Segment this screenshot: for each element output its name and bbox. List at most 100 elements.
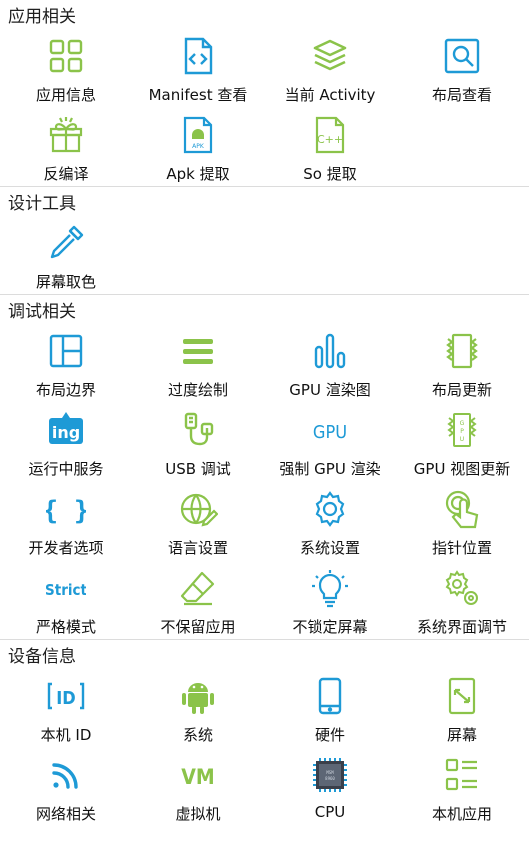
tool-item[interactable]: USB 调试 bbox=[132, 402, 264, 481]
tool-label: 本机应用 bbox=[431, 805, 492, 823]
tool-item[interactable]: 屏幕 bbox=[396, 668, 528, 747]
tool-label: 当前 Activity bbox=[284, 86, 376, 104]
tool-label: USB 调试 bbox=[165, 460, 231, 478]
svg-text:G: G bbox=[460, 420, 465, 427]
layout-update-icon bbox=[442, 331, 482, 371]
tool-item[interactable]: C++ So 提取 bbox=[264, 107, 396, 186]
tool-label: 严格模式 bbox=[35, 618, 96, 636]
tool-label: 布局查看 bbox=[431, 86, 492, 104]
bar-chart-icon bbox=[310, 331, 350, 371]
tool-item[interactable]: 网络相关 bbox=[0, 747, 132, 826]
section-title: 调试相关 bbox=[8, 302, 76, 322]
section-title: 设计工具 bbox=[8, 194, 76, 214]
tool-label: 运行中服务 bbox=[28, 460, 104, 478]
section-1: 设计工具屏幕取色 bbox=[0, 187, 529, 295]
svg-text:8960: 8960 bbox=[325, 776, 335, 781]
tool-item[interactable]: 系统界面调节 bbox=[396, 560, 528, 639]
cpp-file-icon: C++ bbox=[310, 115, 350, 155]
svg-text:ing: ing bbox=[52, 423, 80, 442]
tool-label: 不锁定屏幕 bbox=[292, 618, 368, 636]
tool-item[interactable]: 不保留应用 bbox=[132, 560, 264, 639]
tool-item[interactable]: 布局更新 bbox=[396, 323, 528, 402]
tool-item[interactable]: G P U GPU 视图更新 bbox=[396, 402, 528, 481]
tool-item[interactable]: 系统 bbox=[132, 668, 264, 747]
tool-item[interactable]: 硬件 bbox=[264, 668, 396, 747]
tool-item[interactable]: ID 本机 ID bbox=[0, 668, 132, 747]
layers-icon bbox=[310, 36, 350, 76]
grid-icon bbox=[46, 36, 86, 76]
android-icon bbox=[178, 676, 218, 716]
tool-label: GPU 渲染图 bbox=[289, 381, 371, 399]
globe-icon bbox=[178, 489, 218, 529]
layout-bounds-icon bbox=[46, 331, 86, 371]
tool-item[interactable]: VM 虚拟机 bbox=[132, 747, 264, 826]
tool-item[interactable]: 语言设置 bbox=[132, 481, 264, 560]
dropper-icon bbox=[46, 223, 86, 263]
strict-text-icon: Strict bbox=[46, 568, 86, 608]
tool-grid: 布局边界 过度绘制 GPU 渲染图 布局更新 ing 运行中服务 USB 调试 GPU 强制 G… bbox=[0, 323, 529, 639]
gears-icon bbox=[442, 568, 482, 608]
gear-icon bbox=[310, 489, 350, 529]
tool-label: 不保留应用 bbox=[160, 618, 236, 636]
lightbulb-icon bbox=[310, 568, 350, 608]
tool-item[interactable]: 屏幕取色 bbox=[0, 215, 132, 294]
svg-text:P: P bbox=[460, 428, 464, 435]
tool-label: Apk 提取 bbox=[166, 165, 230, 183]
tool-item[interactable]: 布局查看 bbox=[396, 28, 528, 107]
tool-label: 指针位置 bbox=[431, 539, 492, 557]
pointer-hand-icon bbox=[442, 489, 482, 529]
tool-item[interactable]: Manifest 查看 bbox=[132, 28, 264, 107]
running-service-icon: ing bbox=[46, 410, 86, 450]
gpu-view-icon: GPU bbox=[442, 410, 482, 450]
tool-item[interactable]: ing 运行中服务 bbox=[0, 402, 132, 481]
svg-text:{ }: { } bbox=[46, 496, 86, 526]
tool-item[interactable]: MSM 8960 CPU bbox=[264, 747, 396, 826]
tool-item[interactable]: 反编译 bbox=[0, 107, 132, 186]
tool-item[interactable]: Strict 严格模式 bbox=[0, 560, 132, 639]
tool-label: 系统界面调节 bbox=[416, 618, 507, 636]
tool-item[interactable]: 系统设置 bbox=[264, 481, 396, 560]
svg-text:U: U bbox=[460, 436, 464, 443]
tool-label: 网络相关 bbox=[35, 805, 96, 823]
tool-item[interactable]: GPU 渲染图 bbox=[264, 323, 396, 402]
tool-grid: 应用信息 Manifest 查看 当前 Activity 布局查看反编译 APK Apk … bbox=[0, 28, 529, 186]
svg-text:APK: APK bbox=[192, 143, 205, 150]
tool-label: 系统 bbox=[182, 726, 213, 744]
screen-icon bbox=[442, 676, 482, 716]
tool-item[interactable]: GPU 强制 GPU 渲染 bbox=[264, 402, 396, 481]
tool-label: 系统设置 bbox=[299, 539, 360, 557]
tool-label: 本机 ID bbox=[40, 726, 92, 744]
tool-item[interactable]: APK Apk 提取 bbox=[132, 107, 264, 186]
app-list-icon bbox=[442, 755, 482, 795]
tool-label: 应用信息 bbox=[35, 86, 96, 104]
section-0: 应用相关应用信息 Manifest 查看 当前 Activity 布局查看反编译 APK… bbox=[0, 0, 529, 187]
svg-text:C++: C++ bbox=[317, 133, 343, 146]
section-2: 调试相关布局边界 过度绘制 GPU 渲染图 布局更新 ing 运行中服务 USB 调试 GPU… bbox=[0, 295, 529, 640]
phone-icon bbox=[310, 676, 350, 716]
magnifier-icon bbox=[442, 36, 482, 76]
apk-file-icon: APK bbox=[178, 115, 218, 155]
section-3: 设备信息 ID 本机 ID 系统 硬件 屏幕 网络相关 VM 虚拟机 MSM 8960 CPU 本机应用 bbox=[0, 640, 529, 826]
tool-label: 开发者选项 bbox=[28, 539, 104, 557]
tool-item[interactable]: 本机应用 bbox=[396, 747, 528, 826]
tool-label: 硬件 bbox=[314, 726, 345, 744]
wifi-icon bbox=[46, 755, 86, 795]
tool-item[interactable]: 当前 Activity bbox=[264, 28, 396, 107]
tool-item[interactable]: 布局边界 bbox=[0, 323, 132, 402]
eraser-icon bbox=[178, 568, 218, 608]
tool-item[interactable]: 过度绘制 bbox=[132, 323, 264, 402]
tool-item[interactable]: 指针位置 bbox=[396, 481, 528, 560]
tool-label: 布局边界 bbox=[35, 381, 96, 399]
tool-label: Manifest 查看 bbox=[148, 86, 248, 104]
tool-label: CPU bbox=[314, 803, 346, 821]
tool-item[interactable]: 应用信息 bbox=[0, 28, 132, 107]
section-title: 应用相关 bbox=[8, 7, 76, 27]
vm-text-icon: VM bbox=[178, 755, 218, 795]
tool-label: So 提取 bbox=[303, 165, 357, 183]
tool-item[interactable]: 不锁定屏幕 bbox=[264, 560, 396, 639]
tool-item[interactable]: { } 开发者选项 bbox=[0, 481, 132, 560]
tool-label: 反编译 bbox=[43, 165, 89, 183]
tool-label: 屏幕取色 bbox=[35, 273, 96, 291]
gpu-text-icon: GPU bbox=[310, 410, 350, 450]
tool-label: GPU 视图更新 bbox=[413, 460, 511, 478]
